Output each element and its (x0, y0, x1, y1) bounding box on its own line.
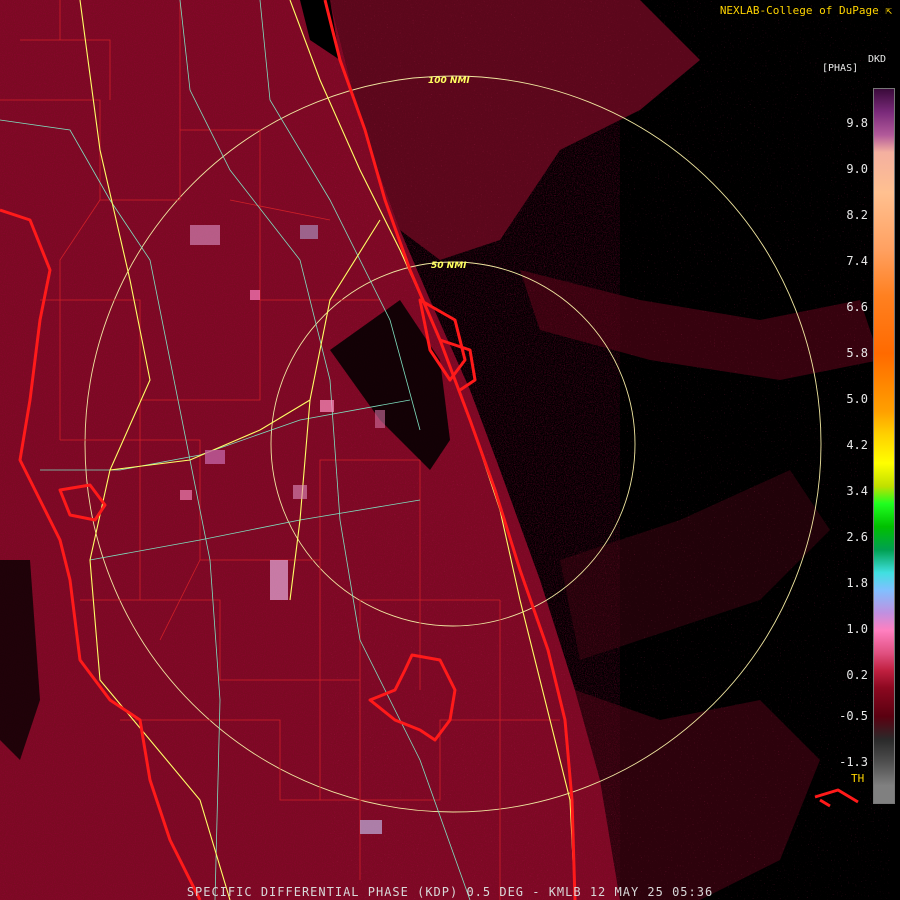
legend-unit-label: DKD (868, 54, 887, 65)
credit-label: NEXLAB-College of DuPage ⇱ (719, 4, 892, 17)
range-ring-label-50: 50 NMI (431, 261, 467, 271)
radar-map: 100 NMI 50 NMI (0, 0, 890, 900)
product-caption: SPECIFIC DIFFERENTIAL PHASE (KDP) 0.5 DE… (186, 885, 714, 899)
legend-unit-sub-label: [PHAS] (822, 63, 859, 74)
threshold-label: TH (851, 772, 865, 785)
color-scale-bar (873, 88, 895, 804)
range-ring-label-100: 100 NMI (428, 76, 470, 86)
